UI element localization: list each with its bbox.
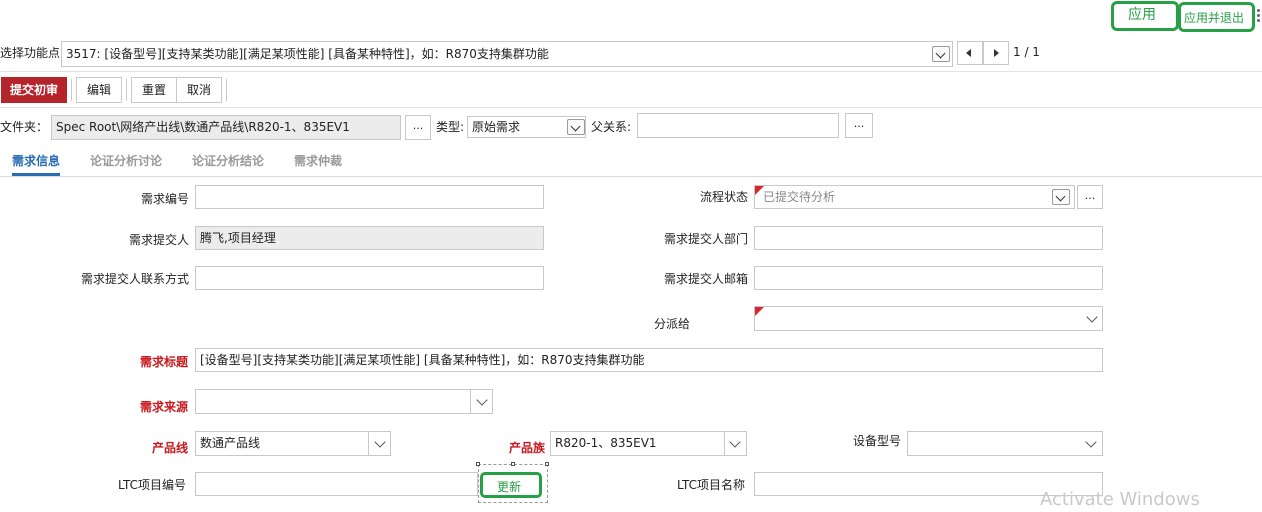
- flow-status-label: 流程状态: [700, 190, 749, 204]
- toolbar-separator: [226, 79, 227, 101]
- submitter-email-input[interactable]: [754, 266, 1103, 290]
- feature-select[interactable]: 3517: [设备型号][支持某类功能][满足某项性能] [具备某种特性]，如：…: [61, 41, 953, 67]
- submitter-contact-label: 需求提交人联系方式: [81, 272, 190, 286]
- product-line-select[interactable]: 数通产品线: [195, 431, 391, 456]
- submitter-email-label: 需求提交人邮箱: [664, 272, 749, 286]
- folder-field: Spec Root\网络产出线\数通产品线\R820-1、835EV1: [51, 115, 401, 140]
- page-indicator: 1 / 1: [1013, 45, 1040, 59]
- selection-handle: [545, 462, 549, 466]
- ltc-no-input[interactable]: [195, 472, 478, 496]
- reset-button[interactable]: 重置: [131, 77, 177, 103]
- parent-field[interactable]: [637, 113, 839, 138]
- submit-review-button[interactable]: 提交初审: [1, 77, 67, 103]
- required-flag-icon: [755, 307, 764, 316]
- prev-page-button[interactable]: [957, 41, 983, 65]
- feature-label: 选择功能点:: [0, 46, 65, 60]
- device-model-select[interactable]: [907, 431, 1103, 456]
- req-no-input[interactable]: [195, 185, 544, 209]
- apply-button[interactable]: 应用: [1111, 1, 1179, 31]
- toolbar-separator: [126, 79, 127, 101]
- parent-browse-label: ...: [853, 117, 865, 130]
- flow-status-select[interactable]: 已提交待分析: [754, 185, 1075, 209]
- title-input[interactable]: [设备型号][支持某类功能][满足某项性能] [具备某种特性]，如：R870支持…: [195, 348, 1103, 372]
- source-select-divider: [470, 390, 471, 413]
- ltc-no-label: LTC项目编号: [118, 478, 187, 492]
- submitter-value: 腾飞,项目经理: [200, 231, 276, 245]
- activate-windows-watermark: Activate Windows: [1040, 489, 1200, 510]
- folder-browse-button[interactable]: ...: [405, 115, 431, 140]
- feature-select-chevron-icon[interactable]: [932, 46, 950, 62]
- caret-left-icon: [966, 49, 971, 57]
- product-family-select[interactable]: R820-1、835EV1: [550, 431, 747, 456]
- submitter-contact-input[interactable]: [195, 266, 544, 290]
- title-value: [设备型号][支持某类功能][满足某项性能] [具备某种特性]，如：R870支持…: [200, 353, 645, 367]
- more-icon[interactable]: [1257, 9, 1261, 23]
- tabs-divider: [0, 176, 1262, 177]
- device-model-label: 设备型号: [853, 434, 902, 448]
- tab-requirement-info[interactable]: 需求信息: [12, 153, 60, 169]
- next-page-button[interactable]: [983, 41, 1009, 65]
- flow-status-value: 已提交待分析: [763, 190, 836, 204]
- cancel-label: 取消: [186, 83, 211, 97]
- product-family-value: R820-1、835EV1: [555, 436, 657, 450]
- edit-label: 编辑: [86, 83, 111, 97]
- selection-handle: [476, 462, 480, 466]
- feature-select-value: 3517: [设备型号][支持某类功能][满足某项性能] [具备某种特性]，如：…: [66, 47, 549, 61]
- tab-analysis-discussion[interactable]: 论证分析讨论: [90, 153, 162, 169]
- type-select-chevron-icon[interactable]: [567, 119, 585, 135]
- required-flag-icon: [755, 186, 764, 195]
- flow-status-chevron-icon[interactable]: [1052, 189, 1070, 205]
- req-no-label: 需求编号: [141, 192, 190, 206]
- type-label: 类型:: [436, 120, 465, 134]
- submitter-dept-input[interactable]: [754, 226, 1103, 250]
- folder-value: Spec Root\网络产出线\数通产品线\R820-1、835EV1: [56, 120, 350, 134]
- toolbar-separator: [71, 79, 72, 101]
- product-family-label: 产品族: [509, 441, 546, 455]
- update-button[interactable]: 更新: [480, 472, 542, 498]
- apply-exit-button[interactable]: 应用并退出: [1178, 2, 1255, 32]
- type-value: 原始需求: [472, 120, 521, 134]
- product-family-select-divider: [724, 432, 725, 455]
- submitter-label: 需求提交人: [129, 233, 190, 247]
- product-line-label: 产品线: [152, 441, 189, 455]
- flow-status-browse-button[interactable]: ...: [1077, 185, 1103, 209]
- folder-browse-label: ...: [412, 119, 424, 132]
- source-label: 需求来源: [140, 400, 189, 414]
- submitter-field: 腾飞,项目经理: [195, 226, 544, 250]
- source-select[interactable]: [195, 389, 493, 414]
- parent-label: 父关系:: [591, 120, 632, 134]
- caret-right-icon: [994, 49, 999, 57]
- tab-arbitration[interactable]: 需求仲裁: [294, 153, 342, 169]
- product-line-select-divider: [368, 432, 369, 455]
- parent-browse-button[interactable]: ...: [845, 113, 873, 138]
- assign-select[interactable]: [754, 306, 1103, 331]
- submit-review-label: 提交初审: [9, 83, 58, 97]
- folder-label: 文件夹：: [0, 120, 49, 134]
- product-line-value: 数通产品线: [200, 436, 261, 450]
- action-bar-divider-top: [0, 71, 1262, 72]
- tab-analysis-conclusion[interactable]: 论证分析结论: [192, 153, 264, 169]
- edit-button[interactable]: 编辑: [76, 77, 122, 103]
- cancel-button[interactable]: 取消: [176, 77, 222, 103]
- selection-handle: [511, 462, 515, 466]
- action-bar-divider-bottom: [0, 107, 1262, 108]
- update-button-label: 更新: [497, 480, 522, 494]
- reset-label: 重置: [141, 83, 166, 97]
- submitter-dept-label: 需求提交人部门: [664, 232, 749, 246]
- assign-label: 分派给: [654, 317, 691, 331]
- apply-button-label: 应用: [1128, 7, 1156, 23]
- flow-status-browse-label: ...: [1084, 189, 1096, 202]
- title-label: 需求标题: [140, 355, 189, 369]
- ltc-name-label: LTC项目名称: [677, 478, 746, 492]
- apply-exit-button-label: 应用并退出: [1184, 11, 1245, 25]
